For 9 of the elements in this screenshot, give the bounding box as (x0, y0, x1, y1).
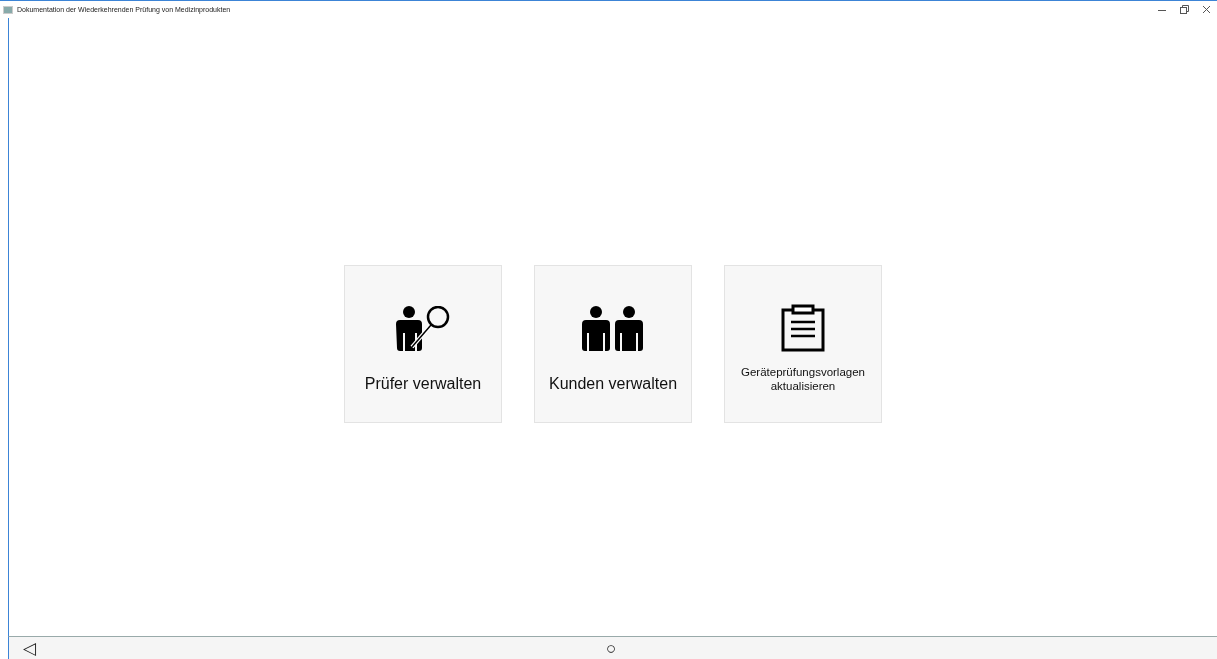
back-button[interactable]: ◁ (23, 639, 36, 657)
clipboard-icon (779, 304, 827, 352)
person-with-magnifier-icon (394, 306, 452, 352)
tile-button[interactable]: Prüfer verwalten (344, 265, 502, 423)
home-button[interactable]: ○ (606, 639, 617, 657)
two-persons-icon (581, 306, 645, 352)
tile-button[interactable]: Kunden verwalten (534, 265, 692, 423)
tile-button[interactable]: Geräteprüfungsvorlagen aktualisieren (724, 265, 882, 423)
app-icon (3, 5, 13, 14)
